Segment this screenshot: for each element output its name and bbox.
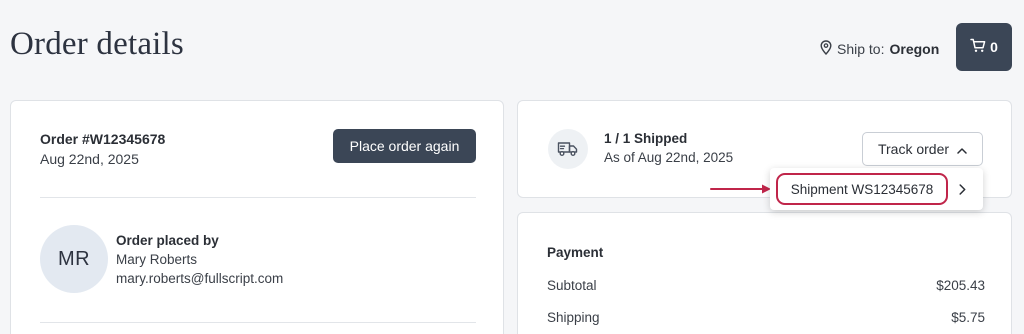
- order-date: Aug 22nd, 2025: [40, 151, 139, 167]
- order-summary-card: Order #W12345678 Aug 22nd, 2025 Place or…: [10, 100, 504, 334]
- shipment-status: 1 / 1 Shipped: [604, 131, 688, 146]
- divider: [40, 322, 476, 323]
- ship-to-state: Oregon: [889, 41, 940, 57]
- ship-to-selector[interactable]: Ship to: Oregon: [820, 40, 939, 58]
- payment-row-subtotal: Subtotal $205.43: [547, 278, 985, 293]
- shipment-link[interactable]: Shipment WS12345678: [776, 173, 948, 205]
- payment-card: Payment Subtotal $205.43 Shipping $5.75: [517, 212, 1012, 334]
- shipping-label: Shipping: [547, 310, 600, 325]
- track-order-label: Track order: [877, 141, 950, 157]
- track-order-dropdown: Shipment WS12345678: [770, 168, 983, 210]
- ship-to-label: Ship to:: [837, 41, 885, 57]
- placed-by-email: mary.roberts@fullscript.com: [116, 271, 284, 286]
- payment-row-shipping: Shipping $5.75: [547, 310, 985, 325]
- shipping-value: $5.75: [951, 310, 985, 325]
- subtotal-value: $205.43: [936, 278, 985, 293]
- cart-button[interactable]: 0: [956, 23, 1012, 71]
- track-order-button[interactable]: Track order: [862, 132, 983, 166]
- placed-by-name: Mary Roberts: [116, 252, 198, 267]
- subtotal-label: Subtotal: [547, 278, 597, 293]
- cart-count: 0: [990, 39, 998, 55]
- place-order-again-button[interactable]: Place order again: [333, 129, 476, 163]
- divider: [40, 197, 476, 198]
- page-title: Order details: [10, 26, 184, 62]
- chevron-right-icon[interactable]: [959, 182, 966, 200]
- order-number: Order #W12345678: [40, 131, 166, 147]
- shopping-cart-icon: [970, 38, 986, 56]
- map-pin-icon: [820, 40, 832, 58]
- annotation-arrow: [710, 182, 774, 200]
- shipment-date: As of Aug 22nd, 2025: [604, 150, 734, 165]
- delivery-truck-icon: [548, 129, 588, 169]
- avatar: MR: [40, 225, 108, 293]
- chevron-up-icon: [957, 141, 967, 157]
- placed-by-label: Order placed by: [116, 233, 219, 248]
- payment-title: Payment: [547, 245, 604, 260]
